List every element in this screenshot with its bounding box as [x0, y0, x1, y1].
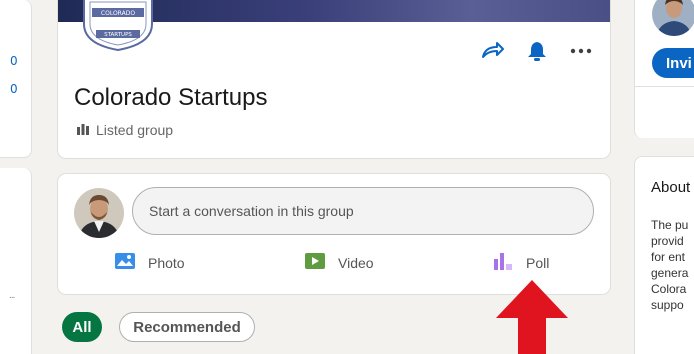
video-icon: [304, 252, 326, 273]
left-sidebar-card: 0 0: [0, 0, 32, 158]
group-actions: [480, 38, 594, 64]
start-conversation-input[interactable]: Start a conversation in this group: [132, 187, 594, 235]
filter-all[interactable]: All: [62, 312, 102, 342]
sidebar-more[interactable]: ...: [9, 290, 15, 301]
photo-icon: [114, 252, 136, 273]
sidebar-count[interactable]: 0: [10, 54, 18, 68]
logo-text-bottom: STARTUPS: [104, 32, 132, 38]
about-line: for ent: [651, 250, 686, 264]
start-conversation-placeholder: Start a conversation in this group: [149, 203, 354, 219]
poll-button[interactable]: Poll: [492, 252, 549, 273]
left-sidebar-card-lower: [0, 168, 32, 354]
group-logo: COLORADO STARTUPS: [80, 0, 156, 52]
about-line: provid: [651, 234, 684, 248]
filter-recommended[interactable]: Recommended: [119, 312, 255, 342]
about-description: The pu provid for ent genera Colora supp…: [651, 217, 688, 313]
invite-button[interactable]: Invi: [652, 48, 694, 78]
group-type-label: Listed group: [96, 122, 174, 138]
group-title: Colorado Startups: [74, 84, 268, 111]
video-label: Video: [338, 254, 374, 271]
photo-button[interactable]: Photo: [114, 252, 185, 273]
about-card: About The pu provid for ent genera Color…: [634, 156, 694, 354]
sidebar-count[interactable]: 0: [10, 82, 18, 96]
video-button[interactable]: Video: [304, 252, 374, 273]
logo-text-top: COLORADO: [101, 10, 135, 17]
annotation-arrow-icon: [494, 278, 570, 354]
group-header-card: COLORADO STARTUPS Colorado Startups List…: [58, 0, 610, 158]
divider: [634, 86, 694, 87]
conversation-composer: Start a conversation in this group Photo…: [58, 174, 610, 294]
about-line: suppo: [651, 298, 684, 312]
poll-icon: [492, 252, 514, 273]
listed-group-icon: [76, 122, 90, 138]
group-visibility: Listed group: [76, 122, 173, 138]
bell-icon[interactable]: [524, 38, 550, 64]
about-line: The pu: [651, 218, 689, 232]
more-options-icon[interactable]: [568, 38, 594, 64]
about-title: About: [651, 179, 691, 196]
share-icon[interactable]: [480, 38, 506, 64]
about-line: genera: [651, 266, 689, 280]
poll-label: Poll: [526, 254, 550, 271]
photo-label: Photo: [148, 254, 185, 271]
about-line: Colora: [651, 282, 687, 296]
user-avatar[interactable]: [74, 188, 124, 238]
